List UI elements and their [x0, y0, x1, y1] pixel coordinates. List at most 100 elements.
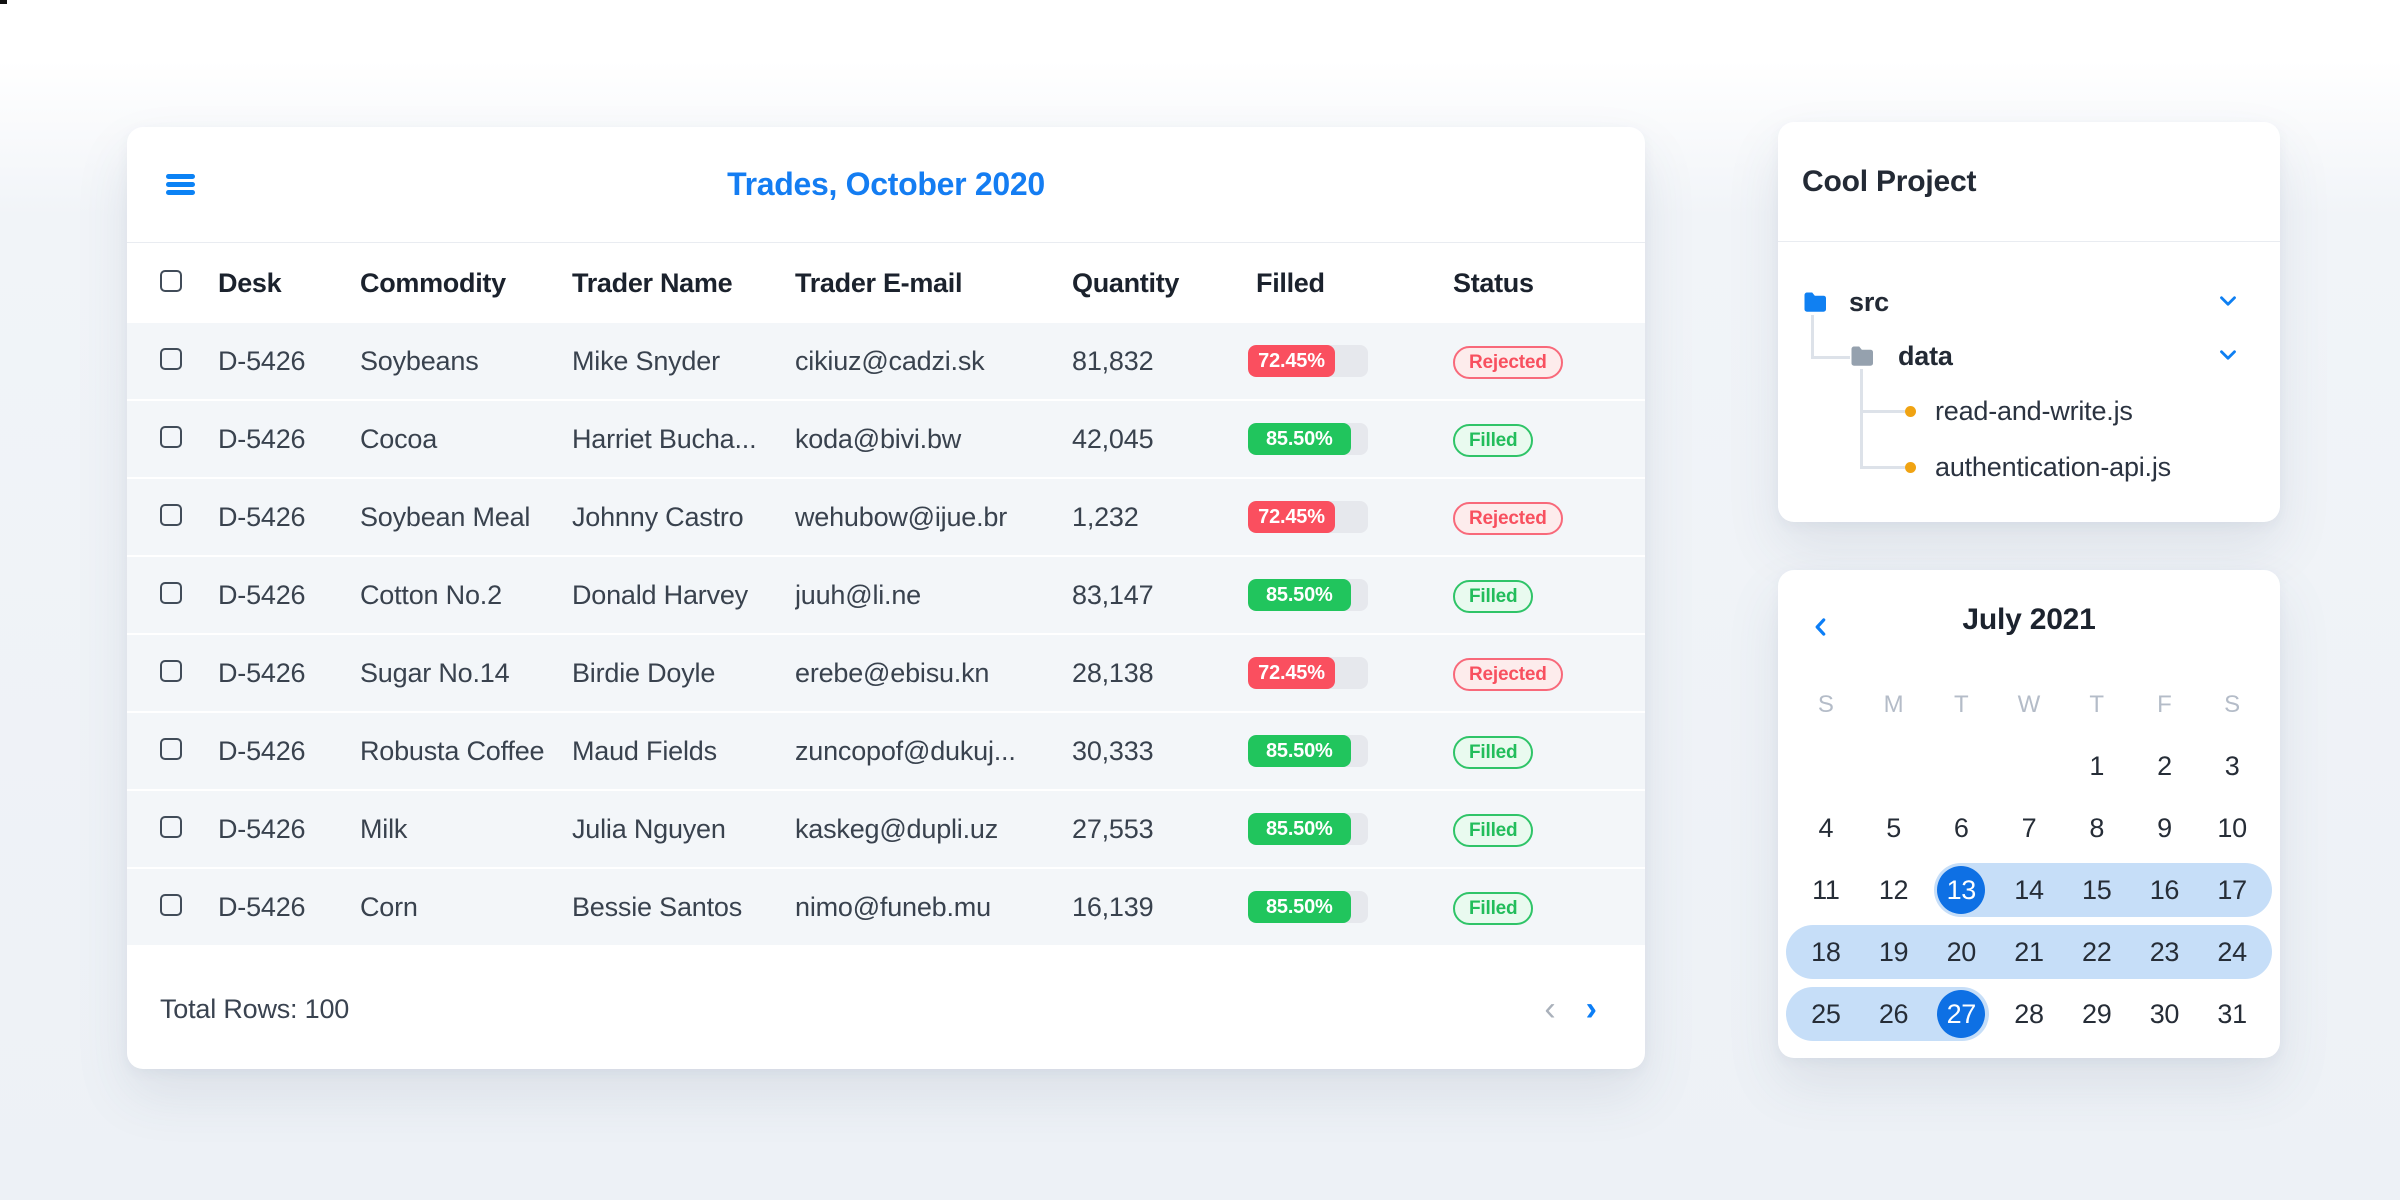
project-card: Cool Project src data read-and-write.js …	[1778, 122, 2280, 522]
calendar-grid: 1 2 3 4 5 6 7 8 9 10 11 12 13 14 15 16 1…	[1786, 735, 2272, 1045]
table-row: D-5426 Soybeans Mike Snyder cikiuz@cadzi…	[127, 323, 1645, 401]
calendar-day[interactable]: 10	[2198, 797, 2266, 859]
chevron-down-icon[interactable]	[2215, 342, 2241, 368]
trader-email-cell: wehubow@ijue.br	[795, 501, 1008, 532]
table-header-row: Desk Commodity Trader Name Trader E-mail…	[127, 243, 1645, 323]
quantity-cell: 27,553	[1072, 813, 1154, 844]
row-checkbox[interactable]	[160, 815, 182, 838]
commodity-cell: Corn	[360, 891, 418, 922]
trader-email-cell: koda@bivi.bw	[795, 423, 962, 454]
previous-page-button[interactable]: ‹	[1544, 992, 1555, 1026]
weekday-label: S	[2224, 691, 2241, 718]
calendar-day[interactable]: 8	[2063, 797, 2131, 859]
calendar-day-selected[interactable]: 13	[1927, 859, 1995, 921]
desk-cell: D-5426	[218, 735, 306, 766]
calendar-day[interactable]: 20	[1927, 921, 1995, 983]
calendar-day[interactable]: 11	[1792, 859, 1860, 921]
page-title: Trades, October 2020	[727, 166, 1045, 202]
desk-cell: D-5426	[218, 423, 306, 454]
column-header-status: Status	[1453, 267, 1534, 298]
calendar-day[interactable]: 25	[1792, 983, 1860, 1045]
calendar-day[interactable]: 24	[2198, 921, 2266, 983]
tree-item-src[interactable]: src	[1803, 280, 1889, 324]
calendar-day[interactable]: 4	[1792, 797, 1860, 859]
row-checkbox[interactable]	[160, 503, 182, 526]
tree-item-file[interactable]: read-and-write.js	[1905, 389, 2133, 433]
status-badge: Rejected	[1453, 501, 1563, 535]
calendar-day[interactable]: 16	[2131, 859, 2199, 921]
chevron-down-icon[interactable]	[2215, 288, 2241, 314]
calendar-day[interactable]: 22	[2063, 921, 2131, 983]
calendar-day[interactable]: 12	[1860, 859, 1928, 921]
trader-email-cell: cikiuz@cadzi.sk	[795, 345, 985, 376]
calendar-week: 11 12 13 14 15 16 17	[1792, 859, 2272, 921]
row-checkbox[interactable]	[160, 347, 182, 370]
table-row: D-5426 Robusta Coffee Maud Fields zuncop…	[127, 713, 1645, 791]
project-card-header: Cool Project	[1778, 122, 2280, 242]
calendar-day[interactable]: 31	[2198, 983, 2266, 1045]
table-row: D-5426 Corn Bessie Santos nimo@funeb.mu …	[127, 869, 1645, 947]
row-checkbox[interactable]	[160, 659, 182, 682]
status-badge: Rejected	[1453, 345, 1563, 379]
column-header-filled: Filled	[1256, 267, 1325, 298]
calendar-day[interactable]: 5	[1860, 797, 1928, 859]
table-body: D-5426 Soybeans Mike Snyder cikiuz@cadzi…	[127, 323, 1645, 947]
row-checkbox[interactable]	[160, 425, 182, 448]
calendar-day[interactable]: 19	[1860, 921, 1928, 983]
column-header-trader-email: Trader E-mail	[795, 267, 963, 298]
chevron-left-icon[interactable]	[1808, 614, 1834, 640]
row-checkbox[interactable]	[160, 893, 182, 916]
row-checkbox[interactable]	[160, 581, 182, 604]
tree-item-data[interactable]: data	[1850, 334, 1953, 378]
desk-cell: D-5426	[218, 501, 306, 532]
fill-progress-bar: 72.45%	[1248, 345, 1368, 377]
table-row: D-5426 Cotton No.2 Donald Harvey juuh@li…	[127, 557, 1645, 635]
calendar-day[interactable]: 28	[1995, 983, 2063, 1045]
next-page-button[interactable]: ›	[1586, 992, 1597, 1026]
calendar-week: 1 2 3	[1792, 735, 2266, 797]
calendar-day[interactable]: 6	[1927, 797, 1995, 859]
status-badge: Filled	[1453, 735, 1534, 769]
calendar-day[interactable]: 7	[1995, 797, 2063, 859]
calendar-day[interactable]: 29	[2063, 983, 2131, 1045]
calendar-header: July 2021	[1778, 570, 2280, 670]
calendar-day[interactable]: 26	[1860, 983, 1928, 1045]
weekday-label: T	[1953, 691, 1969, 718]
calendar-day[interactable]: 9	[2131, 797, 2199, 859]
table-row: D-5426 Sugar No.14 Birdie Doyle erebe@eb…	[127, 635, 1645, 713]
trader-name-cell: Donald Harvey	[572, 579, 748, 610]
trader-name-cell: Mike Snyder	[572, 345, 720, 376]
commodity-cell: Robusta Coffee	[360, 735, 545, 766]
menu-icon[interactable]	[166, 174, 195, 195]
tree-item-file[interactable]: authentication-api.js	[1905, 445, 2171, 489]
table-footer: Total Rows: 100 ‹ ›	[127, 949, 1645, 1069]
calendar-day[interactable]: 30	[2131, 983, 2199, 1045]
calendar-day[interactable]: 18	[1792, 921, 1860, 983]
file-dot-icon	[1905, 461, 1916, 473]
weekday-label: S	[1817, 691, 1834, 718]
project-title: Cool Project	[1802, 164, 1977, 198]
row-checkbox[interactable]	[160, 737, 182, 760]
calendar-day[interactable]: 1	[2063, 735, 2131, 797]
total-rows-label: Total Rows: 100	[160, 993, 350, 1024]
commodity-cell: Cotton No.2	[360, 579, 502, 610]
commodity-cell: Sugar No.14	[360, 657, 510, 688]
fill-progress-bar: 72.45%	[1248, 501, 1368, 533]
tree-item-label: read-and-write.js	[1935, 395, 2133, 426]
calendar-day[interactable]: 2	[2131, 735, 2199, 797]
status-badge: Rejected	[1453, 657, 1563, 691]
calendar-day[interactable]: 3	[2198, 735, 2266, 797]
calendar-day[interactable]: 21	[1995, 921, 2063, 983]
quantity-cell: 81,832	[1072, 345, 1154, 376]
select-all-checkbox[interactable]	[160, 269, 182, 292]
commodity-cell: Soybeans	[360, 345, 479, 376]
fill-progress-bar: 72.45%	[1248, 657, 1368, 689]
calendar-day[interactable]: 17	[2198, 859, 2266, 921]
column-header-desk: Desk	[218, 267, 282, 298]
calendar-day[interactable]: 23	[2131, 921, 2199, 983]
weekday-label: T	[2089, 691, 2105, 718]
calendar-day[interactable]: 14	[1995, 859, 2063, 921]
calendar-day-selected[interactable]: 27	[1927, 983, 1995, 1045]
folder-icon	[1804, 292, 1826, 312]
calendar-day[interactable]: 15	[2063, 859, 2131, 921]
